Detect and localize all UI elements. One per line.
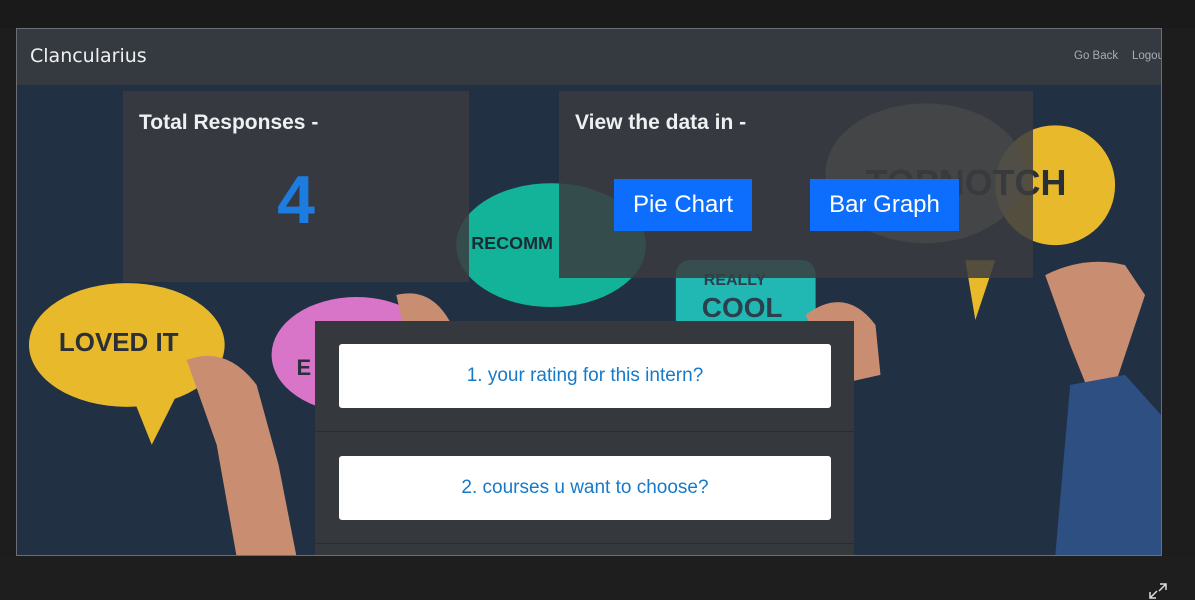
response-count: 4 [277, 162, 315, 238]
expand-arrows-icon[interactable] [1148, 582, 1168, 600]
divider [315, 431, 854, 432]
app-window: Clancularius Go Back Logout TOPNOTCH REC… [16, 28, 1162, 556]
window-bottom-strip [0, 556, 1195, 600]
bubble-text-cool: COOL [702, 292, 783, 323]
view-data-panel: View the data in - Pie Chart Bar Graph [559, 91, 1033, 278]
bar-graph-button[interactable]: Bar Graph [810, 179, 959, 231]
question-card[interactable]: 1. your rating for this intern? [339, 344, 831, 408]
questions-panel: 1. your rating for this intern? 2. cours… [315, 321, 854, 555]
navbar: Clancularius Go Back Logout [17, 29, 1161, 85]
total-responses-panel: Total Responses - 4 [123, 91, 469, 282]
question-text: 1. your rating for this intern? [466, 365, 704, 386]
go-back-link[interactable]: Go Back [1074, 50, 1118, 62]
window-top-strip [0, 0, 1195, 28]
view-data-title: View the data in - [575, 111, 747, 134]
total-responses-title: Total Responses - [139, 111, 319, 134]
question-card[interactable]: 2. courses u want to choose? [339, 456, 831, 520]
divider [315, 543, 854, 544]
bubble-text-e: E [297, 355, 312, 380]
bubble-text-loved: LOVED IT [59, 329, 179, 357]
brand-title[interactable]: Clancularius [30, 45, 147, 67]
logout-link[interactable]: Logout [1132, 50, 1161, 62]
bubble-text-recommend: RECOMM [471, 233, 553, 253]
question-text: 2. courses u want to choose? [461, 477, 709, 498]
pie-chart-button[interactable]: Pie Chart [614, 179, 752, 231]
